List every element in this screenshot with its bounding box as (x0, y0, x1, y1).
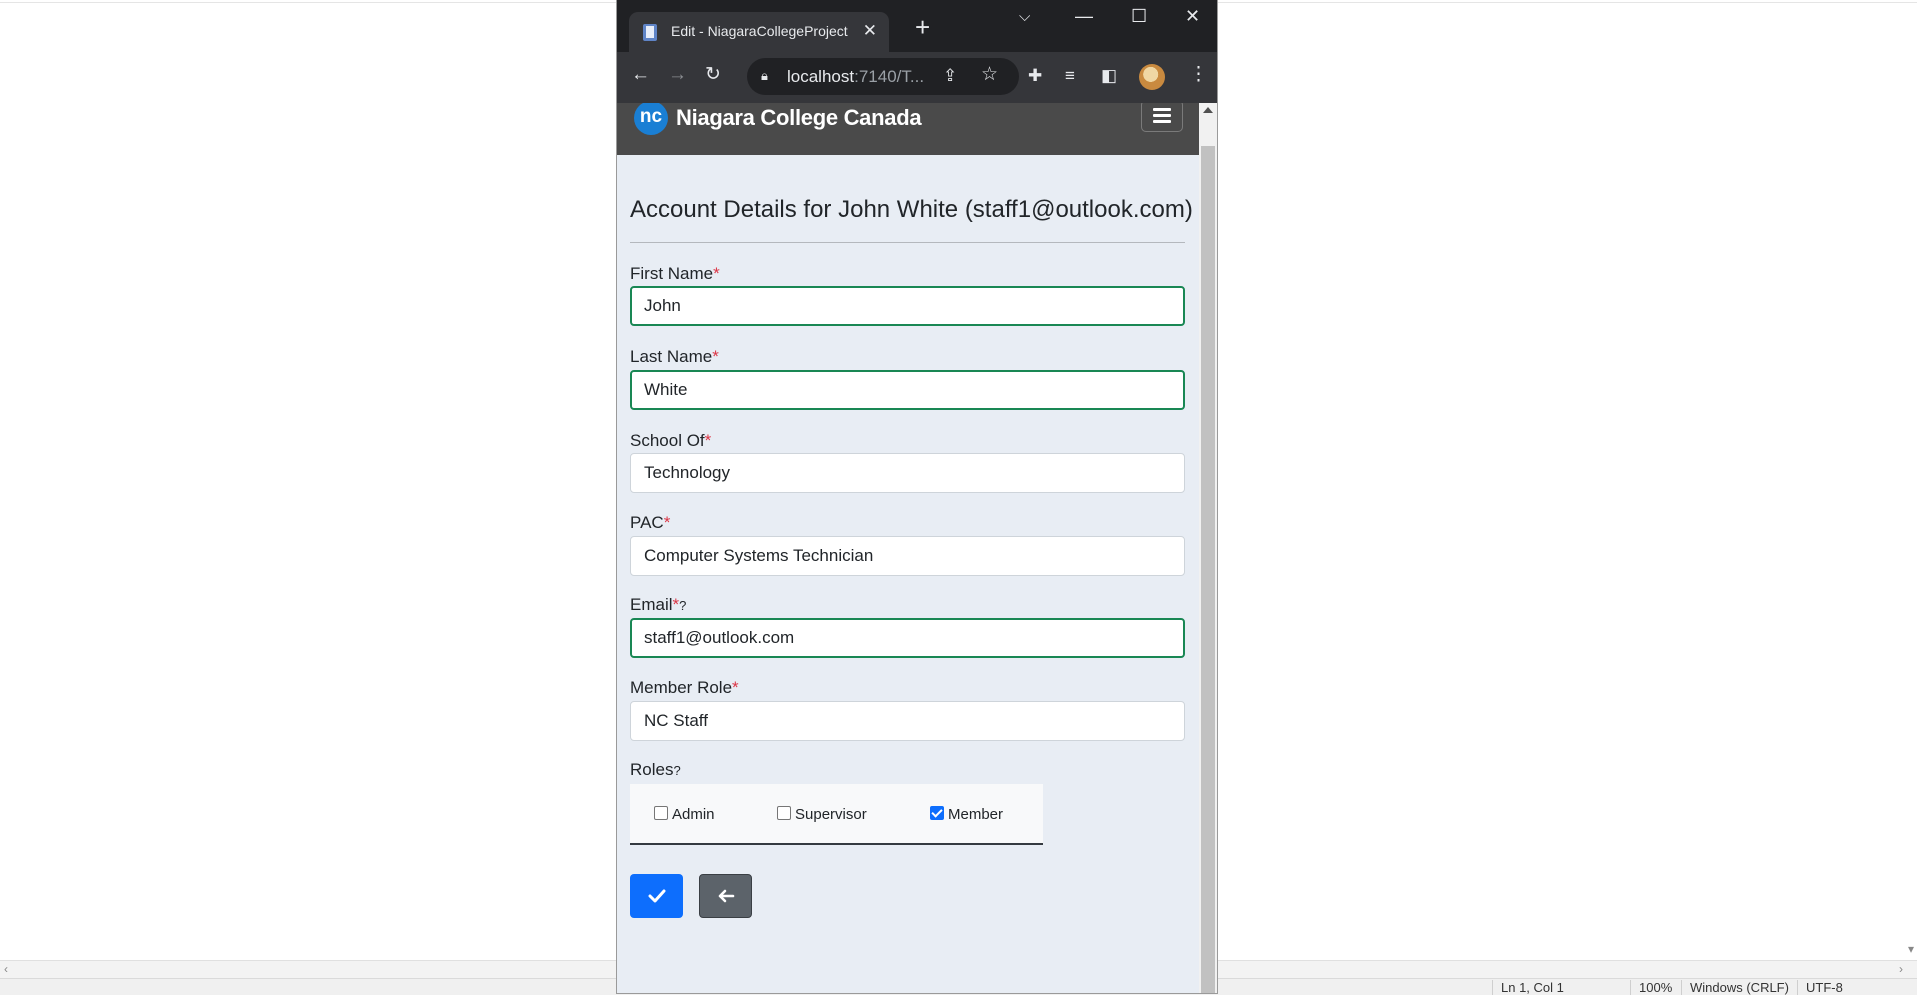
side-panel-icon[interactable]: ◧ (1101, 67, 1117, 84)
first-name-input[interactable] (630, 286, 1185, 326)
member-role-select[interactable] (630, 701, 1185, 741)
roles-label: Roles? (630, 760, 681, 779)
scroll-right-icon[interactable]: › (1899, 962, 1903, 976)
scroll-left-icon[interactable]: ‹ (4, 962, 8, 976)
bookmark-star-icon[interactable]: ☆ (981, 65, 998, 84)
browser-tab[interactable]: Edit - NiagaraCollegeProject ✕ (629, 12, 889, 52)
tab-title: Edit - NiagaraCollegeProject (671, 23, 848, 39)
role-supervisor[interactable]: Supervisor (777, 806, 867, 823)
page-icon (643, 24, 657, 41)
arrow-left-icon (718, 889, 734, 903)
chevron-down-icon[interactable]: ⌵ (1019, 8, 1030, 25)
divider (630, 242, 1185, 243)
address-bar[interactable]: 🔒︎ localhost:7140/T... (747, 58, 1019, 95)
extensions-icon[interactable]: ✚ (1028, 67, 1042, 84)
hamburger-icon (1153, 108, 1171, 111)
minimize-icon[interactable]: — (1075, 6, 1093, 27)
email-label: Email*? (630, 595, 687, 614)
status-encoding[interactable]: UTF-8 (1797, 980, 1843, 995)
site-brand[interactable]: Niagara College Canada (676, 105, 922, 131)
share-icon[interactable]: ⇪ (943, 67, 957, 84)
college-logo[interactable]: nc (634, 103, 668, 135)
maximize-icon[interactable]: ☐ (1131, 6, 1147, 27)
forward-icon[interactable]: → (668, 65, 687, 84)
page-title: Account Details for John White (staff1@o… (630, 196, 1193, 223)
close-icon[interactable]: ✕ (1185, 6, 1200, 27)
browser-window: Edit - NiagaraCollegeProject ✕ + ⌵ — ☐ ✕… (616, 0, 1218, 994)
pac-label: PAC* (630, 513, 671, 532)
reload-icon[interactable]: ↻ (705, 65, 721, 84)
first-name-label: First Name* (630, 264, 720, 283)
role-member[interactable]: Member (930, 806, 1003, 823)
more-menu-icon[interactable]: ⋮ (1189, 65, 1208, 84)
role-supervisor-checkbox[interactable] (777, 806, 791, 820)
back-icon[interactable]: ← (631, 65, 650, 84)
site-navbar: nc Niagara College Canada (617, 103, 1199, 155)
last-name-input[interactable] (630, 370, 1185, 410)
role-admin[interactable]: Admin (654, 806, 715, 823)
menu-toggle-button[interactable] (1141, 103, 1183, 132)
browser-toolbar: ← → ↻ 🔒︎ localhost:7140/T... ⇪ ☆ ✚ ≡ ◧ ⋮ (617, 52, 1217, 103)
status-cursor-position[interactable]: Ln 1, Col 1 (1492, 980, 1564, 995)
page-content: nc Niagara College Canada Account Detail… (617, 103, 1199, 993)
lock-icon[interactable]: 🔒︎ (761, 68, 768, 84)
page-scrollbar[interactable] (1199, 103, 1217, 993)
profile-avatar[interactable] (1139, 64, 1165, 90)
url-text[interactable]: localhost:7140/T... (787, 67, 924, 87)
pac-select[interactable] (630, 536, 1185, 576)
member-role-label: Member Role* (630, 678, 739, 697)
school-of-label: School Of* (630, 431, 712, 450)
role-admin-checkbox[interactable] (654, 806, 668, 820)
save-button[interactable] (630, 874, 683, 918)
role-member-checkbox[interactable] (930, 806, 944, 820)
back-to-list-button[interactable] (699, 874, 752, 918)
last-name-label: Last Name* (630, 347, 719, 366)
editor-scroll-down-icon[interactable]: ▾ (1908, 942, 1914, 956)
scroll-up-icon[interactable] (1203, 107, 1213, 113)
email-field[interactable] (630, 618, 1185, 658)
new-tab-icon[interactable]: + (915, 14, 930, 40)
status-zoom[interactable]: 100% (1630, 980, 1672, 995)
browser-titlebar: Edit - NiagaraCollegeProject ✕ + ⌵ — ☐ ✕ (617, 0, 1217, 52)
status-line-ending[interactable]: Windows (CRLF) (1681, 980, 1789, 995)
school-of-select[interactable] (630, 453, 1185, 493)
media-control-icon[interactable]: ≡ (1065, 67, 1075, 84)
tab-close-icon[interactable]: ✕ (863, 21, 877, 41)
check-icon (648, 889, 665, 903)
scroll-thumb[interactable] (1201, 146, 1215, 993)
roles-checkbox-group: Admin Supervisor Member (630, 784, 1043, 845)
